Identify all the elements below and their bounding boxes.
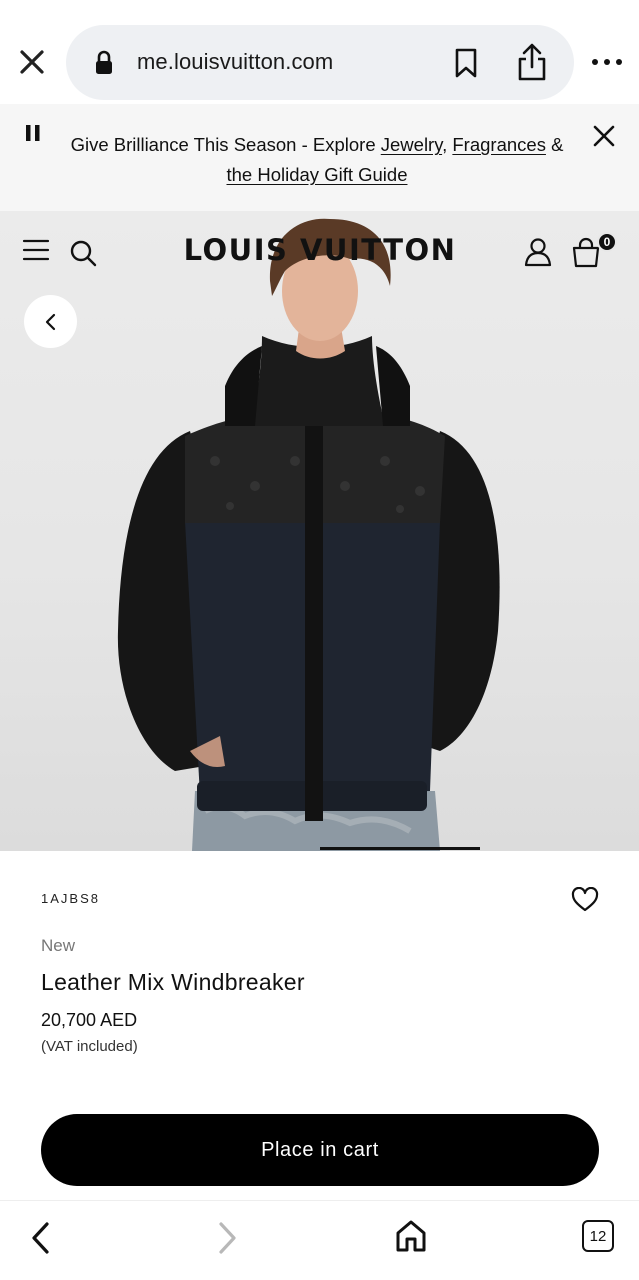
- promo-separator: ,: [442, 134, 453, 155]
- menu-icon[interactable]: [22, 238, 50, 262]
- bookmark-icon[interactable]: [453, 47, 479, 79]
- share-icon[interactable]: [515, 42, 549, 82]
- search-icon[interactable]: [69, 239, 97, 267]
- back-arrow-icon[interactable]: [27, 1218, 55, 1258]
- url-text[interactable]: me.louisvuitton.com: [137, 49, 333, 75]
- brand-logo[interactable]: LOUIS VUITTON: [160, 233, 480, 267]
- more-icon[interactable]: [590, 55, 624, 69]
- carousel-progress-indicator: [320, 847, 480, 850]
- link-jewelry[interactable]: Jewelry: [381, 134, 442, 155]
- product-sku: 1AJBS8: [41, 891, 100, 906]
- chevron-left-icon: [45, 313, 55, 330]
- browser-bottom-bar: 12: [0, 1200, 639, 1280]
- new-badge: New: [41, 936, 76, 955]
- promo-text: Give Brilliance This Season - Explore: [70, 134, 381, 155]
- close-icon[interactable]: [14, 44, 50, 80]
- forward-arrow-icon[interactable]: [213, 1218, 241, 1258]
- close-icon[interactable]: [591, 123, 617, 149]
- promo-banner: Give Brilliance This Season - Explore Je…: [0, 104, 639, 211]
- link-fragrances[interactable]: Fragrances: [452, 134, 546, 155]
- pause-icon[interactable]: [25, 124, 41, 142]
- product-price: 20,700 AED: [41, 1010, 138, 1030]
- browser-toolbar: me.louisvuitton.com: [0, 0, 639, 104]
- account-icon[interactable]: [524, 237, 552, 267]
- place-in-cart-button[interactable]: Place in cart: [41, 1114, 599, 1186]
- product-photo: [117, 218, 500, 851]
- product-title: Leather Mix Windbreaker: [41, 969, 305, 995]
- back-button[interactable]: [24, 295, 77, 348]
- home-icon[interactable]: [394, 1217, 428, 1255]
- promo-separator: &: [545, 134, 564, 155]
- tabs-button[interactable]: 12: [582, 1220, 614, 1252]
- link-gift-guide[interactable]: the Holiday Gift Guide: [227, 164, 408, 185]
- product-image-carousel[interactable]: LOUIS VUITTON 0: [0, 211, 639, 851]
- heart-icon[interactable]: [571, 887, 599, 913]
- promo-message: Give Brilliance This Season - Explore Je…: [52, 130, 582, 190]
- vat-note: (VAT included): [41, 1038, 138, 1055]
- cart-count-badge: 0: [597, 232, 617, 252]
- lock-icon: [96, 50, 112, 74]
